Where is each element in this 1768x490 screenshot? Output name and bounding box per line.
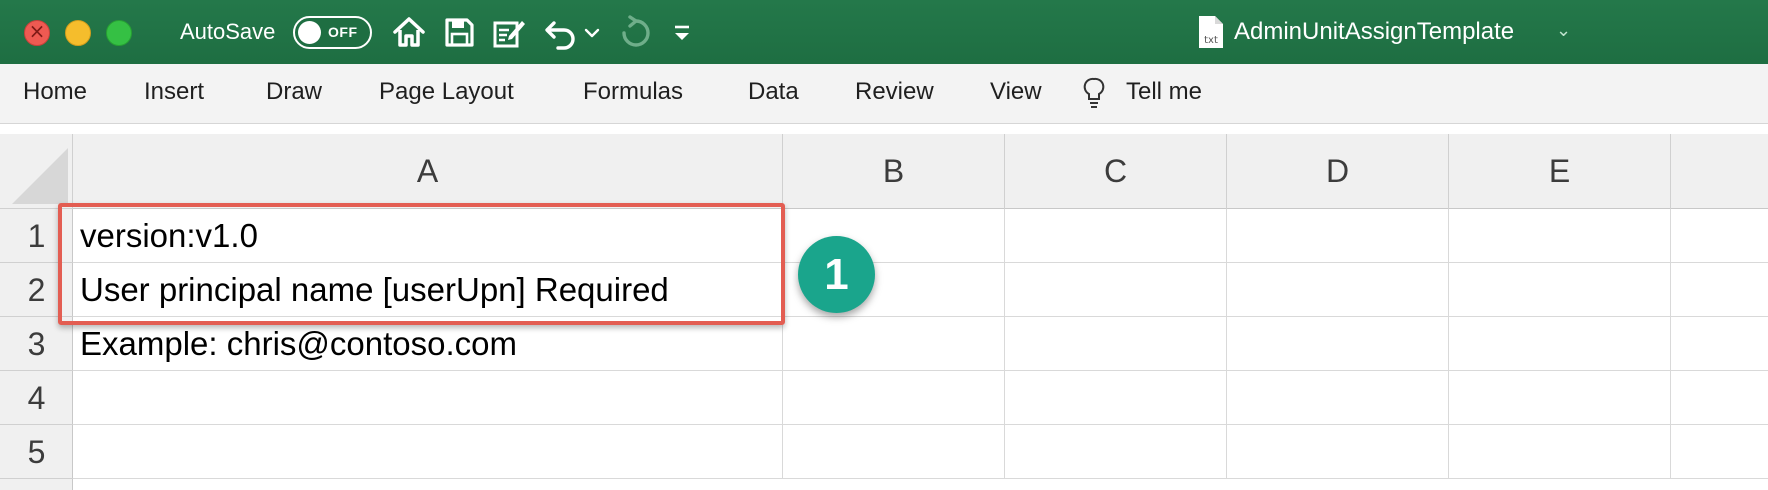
- cell-c2[interactable]: [1005, 263, 1227, 317]
- undo-icon[interactable]: [542, 14, 578, 50]
- cell-f3[interactable]: [1671, 317, 1768, 371]
- cell-e2[interactable]: [1449, 263, 1671, 317]
- cell-c5[interactable]: [1005, 425, 1227, 479]
- toggle-knob: [298, 21, 321, 44]
- autosave-toggle[interactable]: OFF: [293, 16, 372, 49]
- cell-f5[interactable]: [1671, 425, 1768, 479]
- autosave-label: AutoSave: [180, 19, 276, 44]
- cell-a4[interactable]: [73, 371, 783, 425]
- cell-e1[interactable]: [1449, 209, 1671, 263]
- column-header-b[interactable]: B: [783, 134, 1005, 209]
- customize-toolbar-icon[interactable]: [668, 14, 696, 50]
- column-header-d[interactable]: D: [1227, 134, 1449, 209]
- cell-a3-text: Example: chris@contoso.com: [80, 325, 517, 362]
- cell-e4[interactable]: [1449, 371, 1671, 425]
- cell-d5[interactable]: [1227, 425, 1449, 479]
- tab-review[interactable]: Review: [855, 78, 934, 106]
- select-all-button[interactable]: [0, 134, 73, 209]
- tell-me-search[interactable]: Tell me: [1126, 78, 1202, 106]
- tab-data[interactable]: Data: [748, 78, 799, 106]
- zoom-window-button[interactable]: [106, 20, 132, 46]
- row-header-4[interactable]: 4: [0, 371, 73, 425]
- cell-d3[interactable]: [1227, 317, 1449, 371]
- minimize-window-button[interactable]: [65, 20, 91, 46]
- callout-badge: 1: [798, 236, 875, 313]
- row-header-3[interactable]: 3: [0, 317, 73, 371]
- cell-e3[interactable]: [1449, 317, 1671, 371]
- column-header-bar: A B C D E: [73, 134, 1768, 209]
- column-header-a[interactable]: A: [73, 134, 783, 209]
- edit-doc-icon[interactable]: [491, 14, 527, 50]
- tab-view[interactable]: View: [990, 78, 1042, 106]
- column-header-c[interactable]: C: [1005, 134, 1227, 209]
- home-icon[interactable]: [391, 14, 427, 50]
- row-header-5[interactable]: 5: [0, 425, 73, 479]
- cell-d4[interactable]: [1227, 371, 1449, 425]
- tab-formulas[interactable]: Formulas: [583, 78, 683, 106]
- undo-dropdown-icon[interactable]: [582, 14, 602, 50]
- cell-c1[interactable]: [1005, 209, 1227, 263]
- cell-d2[interactable]: [1227, 263, 1449, 317]
- cell-a5[interactable]: [73, 425, 783, 479]
- cell-e5[interactable]: [1449, 425, 1671, 479]
- document-icon: txt: [1197, 14, 1225, 50]
- document-title[interactable]: AdminUnitAssignTemplate: [1234, 18, 1514, 46]
- ribbon-tab-bar: Home Insert Draw Page Layout Formulas Da…: [0, 64, 1768, 124]
- close-window-button[interactable]: [24, 19, 50, 46]
- title-bar: AutoSave OFF txt AdminUnitAssignTemplate…: [0, 0, 1768, 64]
- cell-b5[interactable]: [783, 425, 1005, 479]
- redo-icon[interactable]: [616, 14, 652, 50]
- cell-b4[interactable]: [783, 371, 1005, 425]
- chevron-down-icon[interactable]: ⌄: [1556, 20, 1571, 41]
- cell-f4[interactable]: [1671, 371, 1768, 425]
- highlight-box: [58, 203, 785, 325]
- tab-draw[interactable]: Draw: [266, 78, 322, 106]
- cell-b3[interactable]: [783, 317, 1005, 371]
- save-icon[interactable]: [441, 14, 477, 50]
- cell-c4[interactable]: [1005, 371, 1227, 425]
- tab-home[interactable]: Home: [23, 78, 87, 106]
- cell-c3[interactable]: [1005, 317, 1227, 371]
- cell-d1[interactable]: [1227, 209, 1449, 263]
- lightbulb-icon[interactable]: [1082, 76, 1106, 110]
- cell-f1[interactable]: [1671, 209, 1768, 263]
- autosave-state: OFF: [328, 24, 358, 40]
- cell-f2[interactable]: [1671, 263, 1768, 317]
- svg-text:txt: txt: [1204, 35, 1218, 46]
- tab-page-layout[interactable]: Page Layout: [379, 78, 514, 106]
- tab-insert[interactable]: Insert: [144, 78, 204, 106]
- column-header-e[interactable]: E: [1449, 134, 1671, 209]
